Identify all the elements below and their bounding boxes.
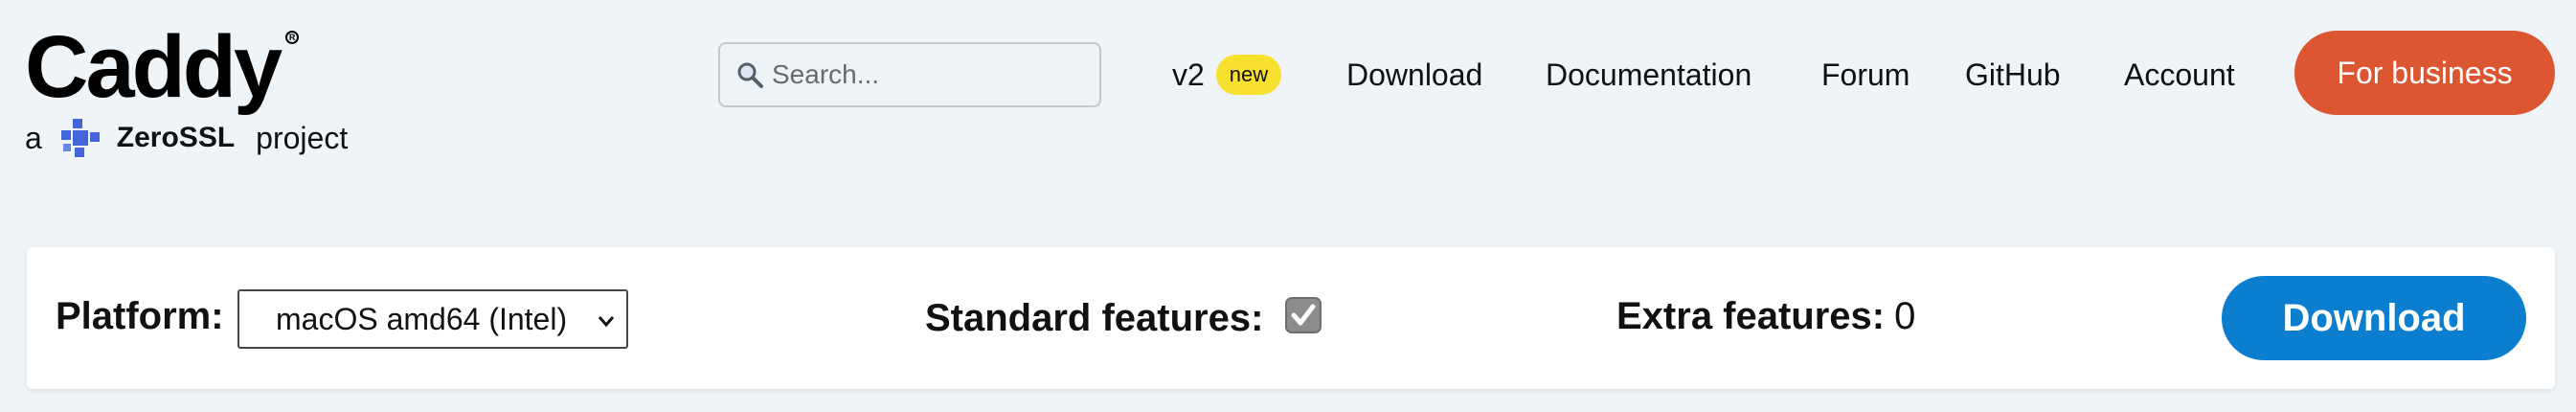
byline-suffix: project bbox=[256, 120, 349, 155]
standard-features-label: Standard features: bbox=[925, 297, 1264, 339]
nav-documentation[interactable]: Documentation bbox=[1546, 52, 1751, 98]
platform-label: Platform: bbox=[56, 295, 224, 337]
byline: a ZeroSSL project bbox=[25, 117, 348, 159]
extra-features: Extra features: 0 bbox=[1616, 295, 1915, 338]
nav-github-label: GitHub bbox=[1965, 57, 2061, 92]
nav-documentation-label: Documentation bbox=[1546, 57, 1752, 92]
search-input[interactable] bbox=[772, 59, 1078, 90]
zerossl-logo-icon bbox=[60, 119, 100, 157]
caddy-logo[interactable]: Caddy R bbox=[25, 23, 300, 111]
byline-prefix: a bbox=[25, 120, 42, 155]
extra-features-count: 0 bbox=[1894, 295, 1916, 337]
platform-select[interactable]: macOS amd64 (Intel) bbox=[237, 289, 628, 349]
standard-features-checkbox[interactable] bbox=[1285, 297, 1322, 333]
search-box[interactable] bbox=[718, 42, 1101, 107]
for-business-button[interactable]: For business bbox=[2294, 31, 2555, 115]
new-badge: new bbox=[1215, 55, 1282, 95]
registered-mark-icon: R bbox=[285, 31, 300, 44]
download-button[interactable]: Download bbox=[2222, 276, 2526, 360]
caddy-logo-text: Caddy bbox=[25, 18, 282, 116]
search-icon bbox=[737, 62, 763, 88]
nav-download[interactable]: Download bbox=[1346, 52, 1482, 98]
extra-features-label: Extra features: bbox=[1616, 295, 1886, 337]
brand-block: Caddy R a ZeroSSL project bbox=[25, 23, 348, 159]
nav-version-label: v2 bbox=[1172, 57, 1205, 92]
download-panel: Platform: macOS amd64 (Intel) Standard f… bbox=[27, 247, 2555, 389]
zerossl-name[interactable]: ZeroSSL bbox=[117, 122, 235, 154]
nav-download-label: Download bbox=[1346, 57, 1483, 92]
nav-forum-label: Forum bbox=[1821, 57, 1910, 92]
nav-forum[interactable]: Forum bbox=[1821, 52, 1909, 98]
nav-github[interactable]: GitHub bbox=[1965, 52, 2061, 98]
nav-account-label: Account bbox=[2124, 57, 2235, 92]
nav-version[interactable]: v2 new bbox=[1172, 52, 1282, 98]
nav-account[interactable]: Account bbox=[2124, 52, 2235, 98]
chevron-down-icon bbox=[598, 316, 615, 328]
platform-select-value: macOS amd64 (Intel) bbox=[276, 301, 568, 336]
